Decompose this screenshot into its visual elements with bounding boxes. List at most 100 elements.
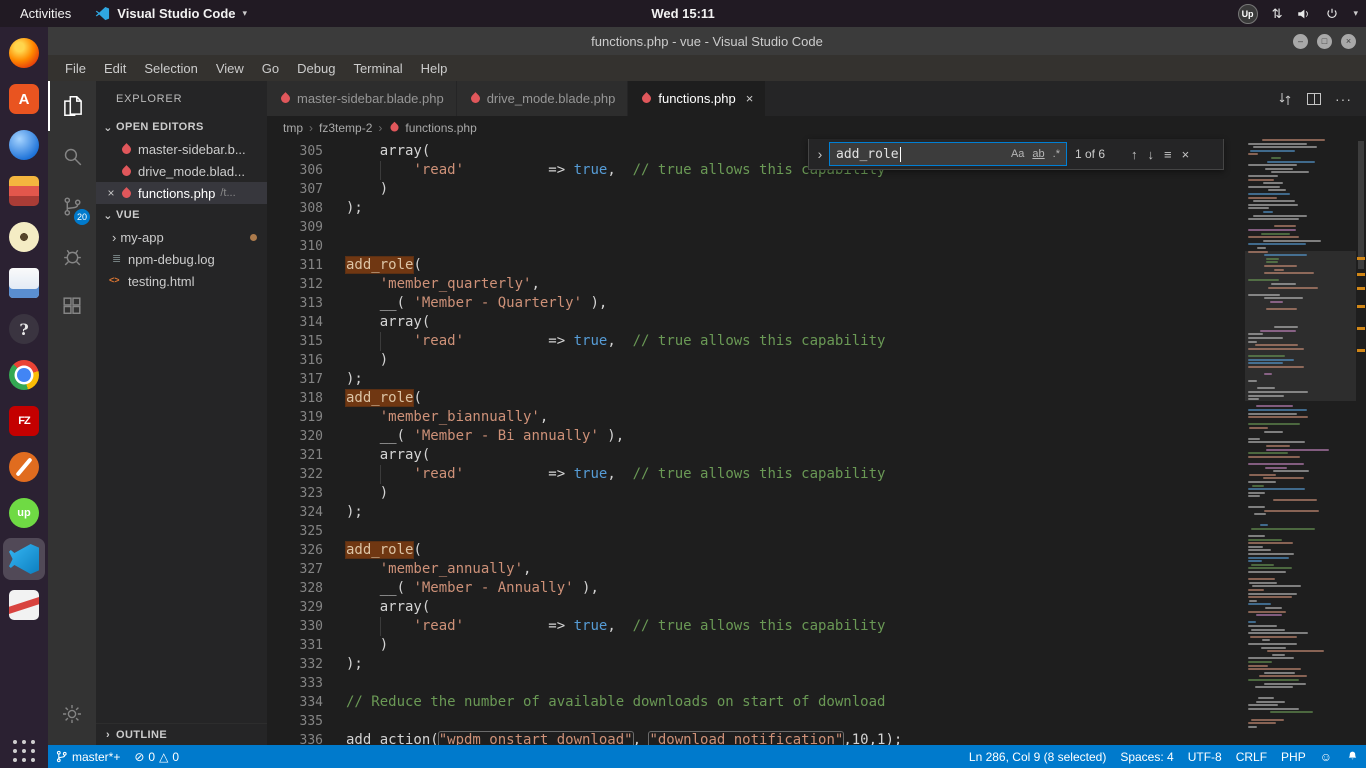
close-icon[interactable]: × (104, 186, 118, 200)
dock-item-chrome[interactable] (3, 354, 45, 396)
tab-drive-mode-blade-php[interactable]: drive_mode.blade.php (457, 81, 629, 116)
window-title-bar[interactable]: functions.php - vue - Visual Studio Code… (48, 27, 1366, 55)
explorer-activity-button[interactable] (48, 81, 96, 131)
manage-button[interactable] (48, 689, 96, 739)
network-icon[interactable]: ⇅ (1272, 6, 1283, 22)
tray-dropdown-icon[interactable]: ▾ (1353, 8, 1358, 19)
tab-master-sidebar-blade-php[interactable]: master-sidebar.blade.php (267, 81, 457, 116)
source-control-activity-button[interactable]: 20 (48, 181, 96, 231)
search-activity-button[interactable] (48, 131, 96, 181)
tree-item-my-app[interactable]: ›my-app (96, 226, 267, 248)
code-line-324[interactable]: 324); (267, 503, 1245, 522)
git-branch-status[interactable]: master*+ (48, 745, 127, 768)
menu-help[interactable]: Help (412, 55, 457, 81)
notifications[interactable] (1339, 745, 1366, 768)
editor-scrollbar[interactable] (1356, 139, 1366, 745)
code-line-315[interactable]: 315 'read' => true, // true allows this … (267, 332, 1245, 351)
menu-file[interactable]: File (56, 55, 95, 81)
open-editor-functions-php[interactable]: ×functions.php/t... (96, 182, 267, 204)
tree-item-npm-debug-log[interactable]: npm-debug.log (96, 248, 267, 270)
menu-view[interactable]: View (207, 55, 253, 81)
dock-item-ubuntu-software[interactable]: A (3, 78, 45, 120)
dock-item-mail-app[interactable] (3, 170, 45, 212)
code-line-326[interactable]: 326add_role( (267, 541, 1245, 560)
code-line-335[interactable]: 335 (267, 712, 1245, 731)
project-header[interactable]: ⌄ VUE (96, 204, 267, 226)
open-editor-drive-mode-blad[interactable]: drive_mode.blad... (96, 160, 267, 182)
code-line-327[interactable]: 327 'member_annually', (267, 560, 1245, 579)
open-editors-header[interactable]: ⌄ OPEN EDITORS (96, 116, 267, 138)
menu-selection[interactable]: Selection (135, 55, 206, 81)
dock-item-help[interactable]: ? (3, 308, 45, 350)
dock-item-camera-app[interactable] (3, 216, 45, 258)
dock-item-editor-app[interactable] (3, 584, 45, 626)
power-icon[interactable] (1325, 7, 1339, 21)
dock-item-firefox[interactable] (3, 32, 45, 74)
code-line-323[interactable]: 323 ) (267, 484, 1245, 503)
debug-activity-button[interactable] (48, 231, 96, 281)
problems-status[interactable]: ⊘ 0 △ 0 (127, 745, 186, 768)
breadcrumb-tmp[interactable]: tmp (283, 121, 303, 135)
maximize-button[interactable]: □ (1317, 34, 1332, 49)
close-icon[interactable]: × (746, 91, 754, 106)
code-line-316[interactable]: 316 ) (267, 351, 1245, 370)
code-line-309[interactable]: 309 (267, 218, 1245, 237)
code-editor[interactable]: 305 array(306 'read' => true, // true al… (267, 139, 1245, 745)
dock-item-vscode[interactable] (3, 538, 45, 580)
code-line-336[interactable]: 336add_action("wpdm_onstart_download", "… (267, 731, 1245, 745)
code-line-318[interactable]: 318add_role( (267, 389, 1245, 408)
find-in-selection-icon[interactable]: ≡ (1164, 147, 1172, 162)
code-line-334[interactable]: 334// Reduce the number of available dow… (267, 693, 1245, 712)
code-line-314[interactable]: 314 array( (267, 313, 1245, 332)
whole-word-toggle[interactable]: ab (1030, 147, 1046, 161)
activities-button[interactable]: Activities (14, 6, 77, 21)
extensions-activity-button[interactable] (48, 281, 96, 331)
more-actions-icon[interactable]: ··· (1335, 91, 1352, 107)
next-match-icon[interactable]: ↓ (1148, 147, 1155, 162)
eol-sequence[interactable]: CRLF (1229, 745, 1274, 768)
breadcrumb-functions-php[interactable]: functions.php (405, 121, 476, 135)
code-line-332[interactable]: 332); (267, 655, 1245, 674)
app-menu[interactable]: Visual Studio Code ▾ (95, 6, 247, 21)
code-line-310[interactable]: 310 (267, 237, 1245, 256)
encoding[interactable]: UTF-8 (1181, 745, 1229, 768)
find-input[interactable]: add_role Aa ab .* (829, 142, 1067, 166)
code-line-330[interactable]: 330 'read' => true, // true allows this … (267, 617, 1245, 636)
upwork-tray-icon[interactable]: Up (1238, 4, 1258, 24)
close-find-icon[interactable]: × (1182, 147, 1190, 162)
toggle-replace-icon[interactable]: › (813, 146, 827, 162)
code-line-328[interactable]: 328 __( 'Member - Annually' ), (267, 579, 1245, 598)
code-line-333[interactable]: 333 (267, 674, 1245, 693)
match-case-toggle[interactable]: Aa (1009, 147, 1026, 161)
indentation[interactable]: Spaces: 4 (1113, 745, 1180, 768)
minimap[interactable] (1245, 139, 1356, 745)
minimize-button[interactable]: – (1293, 34, 1308, 49)
menu-go[interactable]: Go (253, 55, 288, 81)
outline-header[interactable]: › OUTLINE (96, 723, 267, 745)
scrollbar-slider[interactable] (1358, 141, 1364, 269)
code-line-317[interactable]: 317); (267, 370, 1245, 389)
dock-item-writer-app[interactable] (3, 262, 45, 304)
dock-item-blue-app[interactable] (3, 124, 45, 166)
clock[interactable]: Wed 15:11 (651, 6, 714, 21)
split-editor-icon[interactable] (1307, 93, 1321, 105)
code-line-325[interactable]: 325 (267, 522, 1245, 541)
close-button[interactable]: × (1341, 34, 1356, 49)
volume-icon[interactable] (1296, 7, 1311, 21)
feedback-smiley[interactable]: ☺ (1313, 745, 1339, 768)
dock-item-tools-app[interactable] (3, 446, 45, 488)
code-line-308[interactable]: 308); (267, 199, 1245, 218)
dock-item-upwork[interactable]: up (3, 492, 45, 534)
dock-item-filezilla[interactable]: FZ (3, 400, 45, 442)
code-line-311[interactable]: 311add_role( (267, 256, 1245, 275)
menu-terminal[interactable]: Terminal (344, 55, 411, 81)
code-line-321[interactable]: 321 array( (267, 446, 1245, 465)
menu-debug[interactable]: Debug (288, 55, 344, 81)
code-line-307[interactable]: 307 ) (267, 180, 1245, 199)
previous-match-icon[interactable]: ↑ (1131, 147, 1138, 162)
code-line-329[interactable]: 329 array( (267, 598, 1245, 617)
code-line-320[interactable]: 320 __( 'Member - Bi annually' ), (267, 427, 1245, 446)
cursor-position[interactable]: Ln 286, Col 9 (8 selected) (962, 745, 1113, 768)
breadcrumb-fz3temp-2[interactable]: fz3temp-2 (319, 121, 372, 135)
code-line-313[interactable]: 313 __( 'Member - Quarterly' ), (267, 294, 1245, 313)
